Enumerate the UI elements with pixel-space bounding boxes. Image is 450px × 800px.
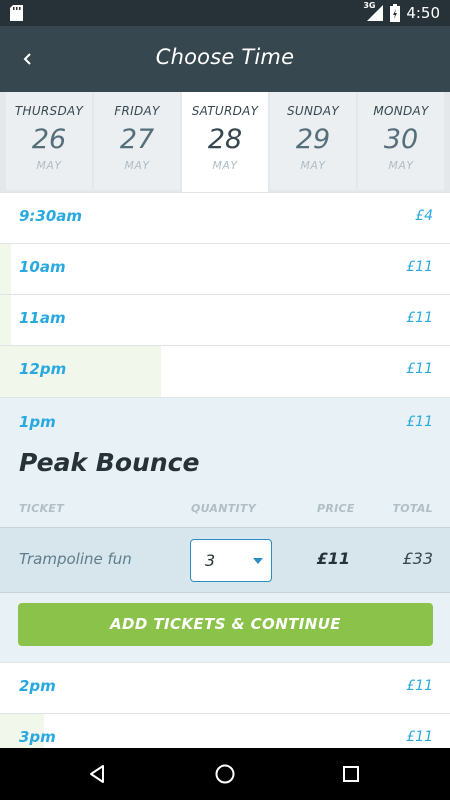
battery-icon <box>390 4 401 22</box>
slot-time: 2pm <box>19 677 56 695</box>
time-slot-row[interactable]: 9:30am £4 <box>0 192 450 244</box>
day-tab-thursday[interactable]: THURSDAY 26 MAY <box>6 92 92 190</box>
day-date: 29 <box>295 124 331 155</box>
total-column-header: TOTAL <box>392 502 433 515</box>
day-month: MAY <box>124 159 150 172</box>
time-slot-row[interactable]: 12pm £11 <box>0 345 450 397</box>
page-title: Choose Time <box>155 45 295 69</box>
slot-time: 3pm <box>19 728 56 746</box>
day-month: MAY <box>300 159 326 172</box>
slot-price: £11 <box>406 310 433 326</box>
day-name: SATURDAY <box>191 104 259 118</box>
day-date: 30 <box>383 124 419 155</box>
circle-home-icon <box>215 764 235 784</box>
availability-bar <box>0 244 11 295</box>
event-title: Peak Bounce <box>19 448 200 477</box>
slot-price: £11 <box>406 678 433 694</box>
triangle-back-icon <box>90 765 104 783</box>
selected-time-slot: 1pm £11 Peak Bounce TICKET QUANTITY PRIC… <box>0 397 450 663</box>
navigation-bar <box>0 748 450 800</box>
quantity-value: 3 <box>205 551 216 570</box>
day-month: MAY <box>388 159 414 172</box>
slot-time[interactable]: 1pm <box>19 413 56 431</box>
availability-bar <box>0 295 11 346</box>
ticket-total: £33 <box>402 549 433 568</box>
day-name: MONDAY <box>373 104 429 118</box>
day-date: 26 <box>31 124 67 155</box>
status-bar: 3G 4:50 <box>0 0 450 26</box>
day-month: MAY <box>36 159 62 172</box>
time-slot-row[interactable]: 11am £11 <box>0 294 450 346</box>
day-tab-sunday[interactable]: SUNDAY 29 MAY <box>270 92 356 190</box>
dropdown-arrow-icon <box>253 558 263 564</box>
nav-back-button[interactable] <box>84 760 112 788</box>
day-month: MAY <box>212 159 238 172</box>
day-selector: THURSDAY 26 MAY FRIDAY 27 MAY SATURDAY 2… <box>0 92 450 192</box>
network-type: 3G <box>363 1 376 10</box>
ticket-row: Trampoline fun 3 £11 £33 <box>0 527 450 593</box>
square-recents-icon <box>343 766 359 782</box>
day-name: THURSDAY <box>14 104 84 118</box>
nav-home-button[interactable] <box>211 760 239 788</box>
ticket-column-header: TICKET <box>19 502 65 515</box>
day-tab-saturday[interactable]: SATURDAY 28 MAY <box>182 92 268 192</box>
slot-time: 12pm <box>19 360 67 378</box>
nav-recents-button[interactable] <box>337 760 365 788</box>
quantity-column-header: QUANTITY <box>191 502 256 515</box>
signal-icon: 3G <box>363 1 384 22</box>
sd-card-icon <box>10 5 23 21</box>
slot-price: £11 <box>406 361 433 377</box>
ticket-name: Trampoline fun <box>19 550 132 568</box>
app-bar: Choose Time <box>0 26 450 92</box>
day-tab-friday[interactable]: FRIDAY 27 MAY <box>94 92 180 190</box>
add-tickets-button[interactable]: ADD TICKETS & CONTINUE <box>18 603 433 646</box>
status-time: 4:50 <box>406 4 440 22</box>
day-date: 28 <box>207 124 243 155</box>
slot-time: 11am <box>19 309 66 327</box>
slot-price: £11 <box>406 259 433 275</box>
slot-price: £11 <box>406 729 433 745</box>
day-name: SUNDAY <box>287 104 339 118</box>
ticket-price: £11 <box>316 549 350 568</box>
slot-price: £11 <box>406 414 433 430</box>
price-column-header: PRICE <box>317 502 355 515</box>
day-name: FRIDAY <box>114 104 160 118</box>
slot-time: 10am <box>19 258 66 276</box>
day-date: 27 <box>119 124 155 155</box>
time-slot-row[interactable]: 2pm £11 <box>0 662 450 714</box>
time-slot-row[interactable]: 10am £11 <box>0 243 450 295</box>
day-tab-monday[interactable]: MONDAY 30 MAY <box>358 92 444 190</box>
slot-time: 9:30am <box>19 207 83 225</box>
quantity-dropdown[interactable]: 3 <box>190 539 272 582</box>
slot-price: £4 <box>415 208 433 224</box>
